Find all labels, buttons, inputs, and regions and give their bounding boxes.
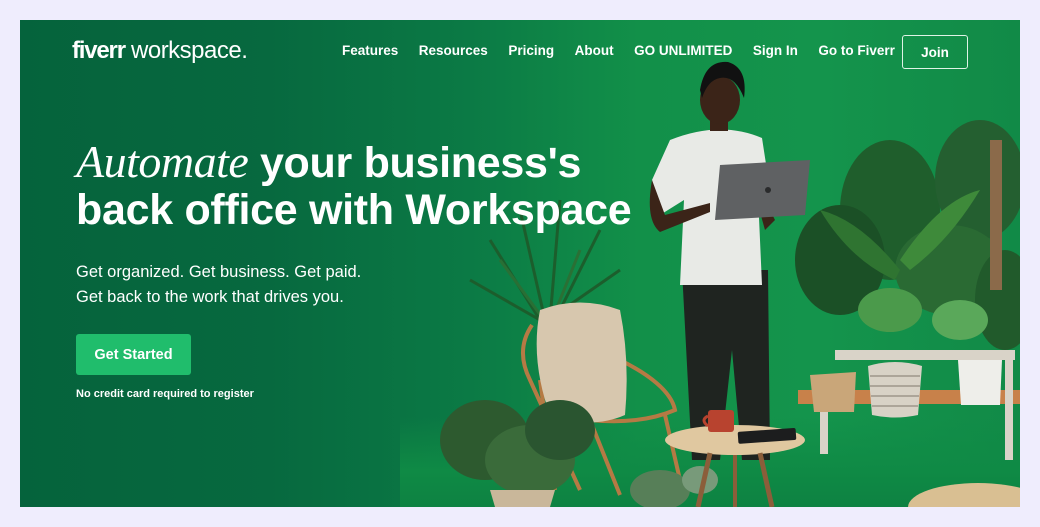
hero-section: fiverr workspace. Features Resources Pri… [20, 20, 1020, 507]
logo-fiverr: fiverr [72, 37, 126, 64]
woven-pouf [908, 483, 1020, 507]
cta-note: No credit card required to register [76, 388, 254, 400]
plant-pots [810, 360, 1002, 418]
subtitle-line1: Get organized. Get business. Get paid. [76, 263, 362, 281]
nav-pricing[interactable]: Pricing [508, 43, 554, 58]
hero-headline: Automate your business's back office wit… [76, 136, 632, 234]
nav-go-to-fiverr[interactable]: Go to Fiverr [818, 43, 895, 58]
person [649, 61, 810, 460]
nav-sign-in[interactable]: Sign In [753, 43, 798, 58]
main-nav: Features Resources Pricing About GO UNLI… [342, 43, 915, 58]
front-plant [440, 400, 718, 507]
hero-subtitle: Get organized. Get business. Get paid. G… [76, 260, 361, 310]
headline-italic: Automate [76, 136, 249, 187]
headline-line1: your business's [248, 139, 582, 187]
plants-cluster [795, 120, 1020, 350]
nav-features[interactable]: Features [342, 43, 398, 58]
nav-go-unlimited[interactable]: GO UNLIMITED [634, 43, 732, 58]
nav-about[interactable]: About [575, 43, 614, 58]
subtitle-line2: Get back to the work that drives you. [76, 288, 344, 306]
join-button[interactable]: Join [902, 35, 968, 69]
headline-line2: back office with Workspace [76, 186, 632, 234]
nav-resources[interactable]: Resources [419, 43, 488, 58]
fiverr-workspace-logo[interactable]: fiverr workspace. [72, 37, 248, 65]
get-started-button[interactable]: Get Started [76, 334, 191, 375]
logo-workspace: workspace. [124, 37, 248, 64]
